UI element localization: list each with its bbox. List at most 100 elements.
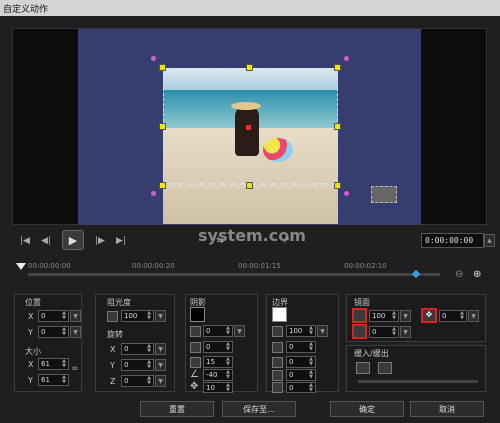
shadow-color-swatch[interactable]: [190, 307, 205, 322]
shadow-blur-icon: [190, 342, 201, 353]
rotation-y-label: Y: [110, 361, 115, 370]
spin-arrows-icon: ▲ ▼: [147, 359, 151, 370]
rotation-z-input[interactable]: 0 ▲ ▼: [121, 375, 154, 387]
mirror-offset-input[interactable]: 0 ▲ ▼: [439, 310, 467, 322]
mirror-opacity-dropdown[interactable]: ▼: [400, 310, 411, 322]
size-y-label: Y: [28, 376, 33, 385]
fade-label: 缓入/缓出: [354, 349, 389, 358]
border-opacity-dropdown[interactable]: ▼: [317, 325, 328, 337]
border-opacity-input[interactable]: 100 ▲ ▼: [286, 325, 316, 337]
border-width-icon: [272, 342, 283, 353]
fade-slider[interactable]: [358, 380, 478, 383]
center-point[interactable]: [246, 125, 251, 130]
resize-handle-tl[interactable]: [159, 64, 166, 71]
resize-handle-tr[interactable]: [334, 64, 341, 71]
rotation-x-dropdown[interactable]: ▼: [155, 343, 166, 355]
zoom-out-icon[interactable]: ⊖: [455, 269, 463, 280]
shadow-angle-value: -40: [206, 371, 218, 379]
mirror-label: 镜面: [354, 298, 370, 307]
border-radius-input[interactable]: 0 ▲ ▼: [286, 369, 316, 381]
position-label: 位置: [25, 298, 41, 307]
opacity-dropdown[interactable]: ▼: [155, 310, 166, 322]
shadow-distance-input[interactable]: 15 ▲ ▼: [203, 356, 233, 368]
go-to-start-icon[interactable]: |◀: [17, 234, 33, 248]
rotation-x-input[interactable]: 0 ▲ ▼: [121, 343, 154, 355]
motion-path: [168, 183, 338, 185]
border-inset-input[interactable]: 0 ▲ ▼: [286, 382, 316, 393]
mirror-distance-icon[interactable]: [352, 324, 367, 339]
border-blur-icon: [272, 357, 283, 368]
timecode-stepper[interactable]: ▲: [484, 234, 495, 247]
rotation-y-input[interactable]: 0 ▲ ▼: [121, 359, 154, 371]
rotation-z-dropdown[interactable]: ▼: [155, 375, 166, 387]
shadow-offset-input[interactable]: 10 ▲ ▼: [203, 382, 233, 393]
border-width-value: 0: [289, 343, 294, 351]
link-icon[interactable]: ∞: [71, 364, 79, 374]
position-y-input[interactable]: 0 ▲ ▼: [38, 326, 69, 338]
resize-handle-br[interactable]: [334, 182, 341, 189]
mirror-offset-dropdown[interactable]: ▼: [468, 310, 479, 322]
timeline-track[interactable]: [28, 273, 440, 276]
mini-preview-box[interactable]: [371, 186, 397, 203]
spin-arrows-icon: ▲ ▼: [392, 310, 396, 321]
skew-handle-bl[interactable]: [151, 191, 156, 196]
resize-handle-tm[interactable]: [246, 64, 253, 71]
timecode-field[interactable]: 0:00:00:00: [421, 233, 484, 248]
mirror-opacity-value: 100: [372, 312, 386, 320]
shadow-angle-input[interactable]: -40 ▲ ▼: [203, 369, 233, 381]
border-opacity-value: 100: [289, 327, 303, 335]
spin-arrows-icon: ▲ ▼: [226, 341, 230, 352]
shadow-offset-icon: ✥: [190, 381, 199, 392]
previous-frame-icon[interactable]: ◀|: [38, 234, 54, 248]
ok-button[interactable]: 确定: [330, 401, 404, 417]
move-keyframe-icon[interactable]: ⇆: [212, 234, 228, 248]
window-title: 自定义动作: [0, 0, 500, 16]
cancel-button[interactable]: 取消: [410, 401, 484, 417]
skew-handle-tl[interactable]: [151, 56, 156, 61]
resize-handle-ml[interactable]: [159, 123, 166, 130]
shadow-opacity-input[interactable]: 0 ▲ ▼: [203, 325, 233, 337]
rotation-z-value: 0: [124, 377, 129, 385]
opacity-input[interactable]: 100 ▲ ▼: [121, 310, 154, 322]
mirror-offset-icon[interactable]: ✥: [421, 308, 437, 323]
rotation-z-label: Z: [110, 377, 116, 386]
zoom-in-icon[interactable]: ⊕: [473, 269, 481, 280]
reset-button[interactable]: 重置: [140, 401, 214, 417]
mirror-opacity-input[interactable]: 100 ▲ ▼: [369, 310, 399, 322]
fade-in-icon[interactable]: [356, 362, 370, 374]
shadow-distance-value: 15: [206, 358, 215, 366]
next-frame-icon[interactable]: |▶: [92, 234, 108, 248]
position-dropdown-y[interactable]: ▼: [70, 326, 81, 338]
position-y-value: 0: [41, 328, 46, 336]
go-to-end-icon[interactable]: ▶|: [113, 234, 129, 248]
keyframe-tool-icon[interactable]: ↗: [278, 234, 294, 248]
size-x-input[interactable]: 61 ▲ ▼: [38, 358, 69, 370]
resize-handle-bl[interactable]: [159, 182, 166, 189]
play-button[interactable]: ▶: [62, 230, 84, 250]
position-y-label: Y: [28, 328, 33, 337]
border-color-swatch[interactable]: [272, 307, 287, 322]
position-x-input[interactable]: 0 ▲ ▼: [38, 310, 69, 322]
playhead[interactable]: [16, 263, 26, 270]
resize-handle-mr[interactable]: [334, 123, 341, 130]
rotation-y-dropdown[interactable]: ▼: [155, 359, 166, 371]
shadow-blur-value: 0: [206, 343, 211, 351]
skew-handle-tr[interactable]: [344, 56, 349, 61]
rotation-y-value: 0: [124, 361, 129, 369]
mirror-opacity-icon[interactable]: [352, 308, 367, 323]
border-width-input[interactable]: 0 ▲ ▼: [286, 341, 316, 353]
resize-handle-bm[interactable]: [246, 182, 253, 189]
position-dropdown[interactable]: ▼: [70, 310, 81, 322]
mirror-distance-input[interactable]: 0 ▲ ▼: [369, 326, 399, 338]
position-x-value: 0: [41, 312, 46, 320]
fade-out-icon[interactable]: [378, 362, 392, 374]
size-y-input[interactable]: 61 ▲ ▼: [38, 374, 69, 386]
spin-arrows-icon: ▲ ▼: [62, 310, 66, 321]
mirror-distance-value: 0: [372, 328, 377, 336]
save-to-button[interactable]: 保存至...: [222, 401, 296, 417]
mirror-distance-dropdown[interactable]: ▼: [400, 326, 411, 338]
shadow-opacity-dropdown[interactable]: ▼: [234, 325, 245, 337]
skew-handle-br[interactable]: [344, 191, 349, 196]
shadow-blur-input[interactable]: 0 ▲ ▼: [203, 341, 233, 353]
border-blur-input[interactable]: 0 ▲ ▼: [286, 356, 316, 368]
